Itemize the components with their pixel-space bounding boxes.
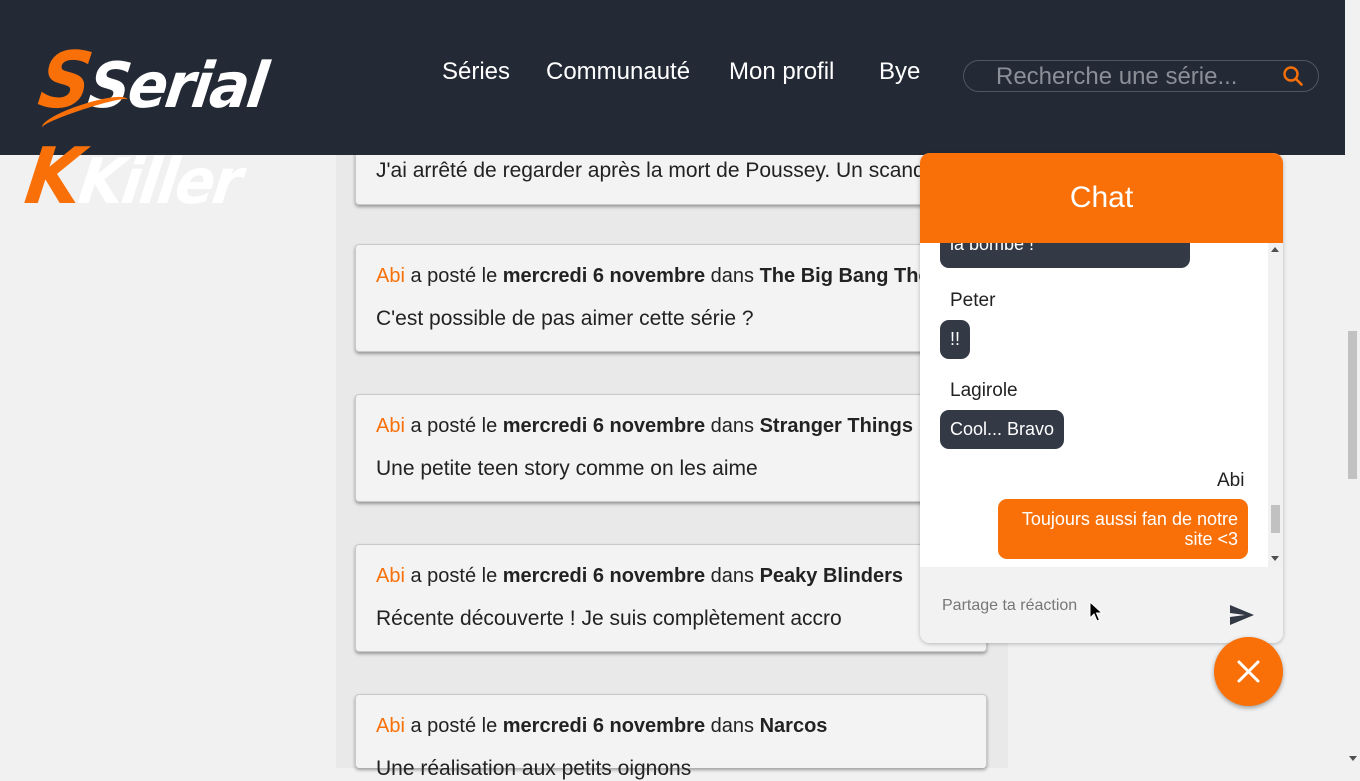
mouse-cursor-icon [1089,601,1103,622]
post-text: Une petite teen story comme on les aime [376,457,758,480]
post-meta: Abi a posté le mercredi 6 novembre dans … [376,415,913,437]
post-author[interactable]: Abi [376,565,405,587]
chat-messages[interactable]: la bombe ! Peter !! Lagirole Cool... Bra… [920,243,1268,567]
chat-bubble: Cool... Bravo [940,410,1065,449]
scroll-thumb[interactable] [1271,505,1280,533]
search-input[interactable] [994,62,1278,92]
nav-bye[interactable]: Bye [879,58,920,86]
chat-input[interactable] [940,593,1204,619]
nav-series[interactable]: Séries [442,58,510,86]
post-meta: Abi a posté le mercredi 6 novembre dans … [376,715,828,737]
chat-sender: Lagirole [950,380,1018,401]
post-series[interactable]: Narcos [760,715,828,737]
chat-sender: Peter [950,290,996,311]
post-card: Abi a posté le mercredi 6 novembre dans … [355,394,987,502]
close-icon [1237,660,1260,683]
post-text: Récente découverte ! Je suis complètemen… [376,607,842,630]
page-scrollbar[interactable] [1345,0,1360,768]
page-scroll-down-arrow[interactable] [1349,756,1357,761]
search-box [963,60,1319,92]
post-meta: Abi a posté le mercredi 6 novembre dans … [376,265,961,287]
post-card: Abi a posté le mercredi 6 novembre dans … [355,244,987,352]
scroll-up-arrow[interactable] [1271,247,1279,252]
post-meta: Abi a posté le mercredi 6 novembre dans … [376,565,904,587]
search-icon[interactable] [1282,65,1304,87]
nav-mon-profil[interactable]: Mon profil [729,58,834,86]
nav-communaute[interactable]: Communauté [546,58,690,86]
chat-scrollbar[interactable] [1268,243,1283,567]
chat-bubble-own: Toujours aussi fan de notre site <3 [998,499,1248,559]
post-date: mercredi 6 novembre [502,565,706,587]
scroll-down-arrow[interactable] [1271,556,1279,561]
top-header: SSerial KKiller Séries Communauté Mon pr… [0,0,1345,221]
post-date: mercredi 6 novembre [502,415,706,437]
send-icon[interactable] [1229,604,1255,626]
logo-text-2: Killer [74,144,246,219]
post-date: mercredi 6 novembre [502,715,706,737]
post-text: C'est possible de pas aimer cette série … [376,307,754,330]
post-author[interactable]: Abi [376,265,405,287]
chat-bubble: !! [940,320,971,359]
post-date: mercredi 6 novembre [502,265,706,287]
post-text: Une réalisation aux petits oignons [376,757,692,780]
chat-title: Chat [920,153,1283,243]
post-card: Abi a posté le mercredi 6 novembre dans … [355,694,987,780]
post-author[interactable]: Abi [376,715,405,737]
post-card: Abi a posté le mercredi 6 novembre dans … [355,544,987,652]
page-scroll-thumb[interactable] [1348,331,1357,479]
post-author[interactable]: Abi [376,415,405,437]
post-text: J'ai arrêté de regarder après la mort de… [376,159,925,182]
post-series[interactable]: Stranger Things [760,415,913,437]
post-series[interactable]: Peaky Blinders [760,565,903,587]
close-chat-button[interactable] [1214,637,1283,706]
chat-bubble: la bombe ! [940,243,1190,268]
chat-sender: Abi [1217,470,1245,491]
chat-panel: Chat la bombe ! Peter !! Lagirole Cool..… [920,153,1283,643]
